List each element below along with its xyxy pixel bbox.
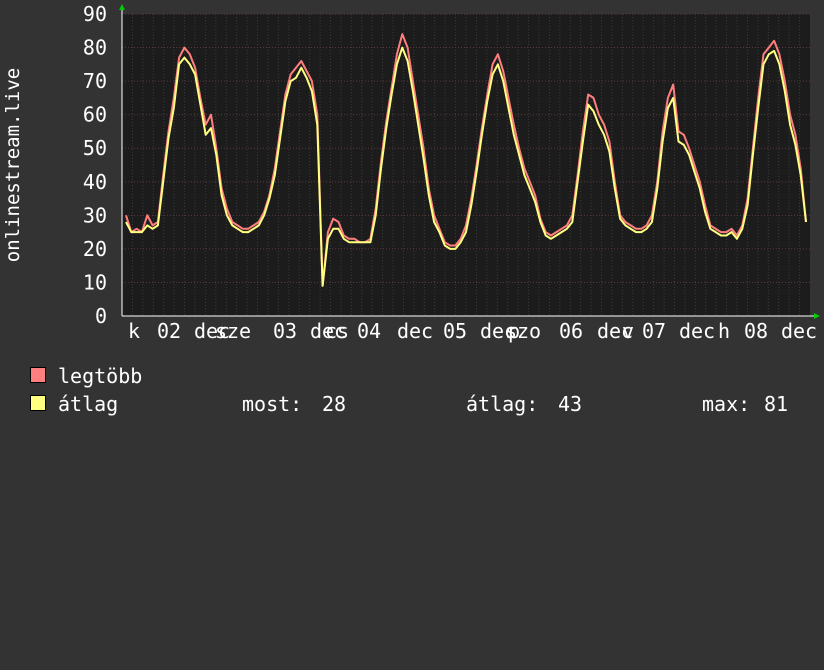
x-tick-label: h (718, 319, 730, 343)
x-tick-label: 02 (157, 319, 181, 343)
y-tick-label: 60 (83, 103, 107, 127)
y-tick-label: 0 (95, 304, 107, 328)
x-tick-label: 06 (559, 319, 583, 343)
x-tick-label: 07 (642, 319, 666, 343)
x-tick-label: cs (325, 319, 349, 343)
stat-avg-label: átlag: (466, 392, 539, 416)
x-tick-label: szo (505, 319, 541, 343)
chart-legend: legtöbb átlag most: 28 átlag: 43 max: 81 (30, 362, 788, 418)
x-tick-label: dec (679, 319, 715, 343)
x-tick-label: 03 (273, 319, 297, 343)
stat-now-value: 28 (322, 392, 347, 416)
y-tick-label: 70 (83, 69, 107, 93)
y-tick-label: 80 (83, 36, 107, 60)
legend-swatch-avg (30, 395, 46, 411)
y-axis-label: onlinestream.live (2, 68, 24, 262)
x-tick-label: k (128, 319, 140, 343)
legend-row-avg: átlag most: 28 átlag: 43 max: 81 (30, 390, 788, 418)
y-tick-label: 20 (83, 237, 107, 261)
stat-now-label: most: (242, 392, 303, 416)
x-tick-label: 08 (744, 319, 768, 343)
legend-label-max: legtöbb (58, 364, 143, 388)
x-tick-label: sze (215, 319, 251, 343)
y-tick-label: 50 (83, 136, 107, 160)
y-tick-label: 10 (83, 270, 107, 294)
stat-avg-value: 43 (558, 392, 583, 416)
stat-max-value: 81 (764, 392, 789, 416)
legend-swatch-max (30, 367, 46, 383)
y-tick-label: 40 (83, 170, 107, 194)
stat-max-label: max: (702, 392, 751, 416)
x-tick-label: v (622, 319, 634, 343)
legend-row-max: legtöbb (30, 362, 142, 390)
x-tick-label: dec (781, 319, 817, 343)
x-tick-label: dec (397, 319, 433, 343)
y-tick-label: 30 (83, 203, 107, 227)
y-tick-label: 90 (83, 2, 107, 26)
y-axis-arrow-icon (119, 4, 125, 10)
legend-label-avg: átlag (58, 392, 119, 416)
x-tick-label: 05 (443, 319, 467, 343)
x-tick-label: 04 (357, 319, 381, 343)
